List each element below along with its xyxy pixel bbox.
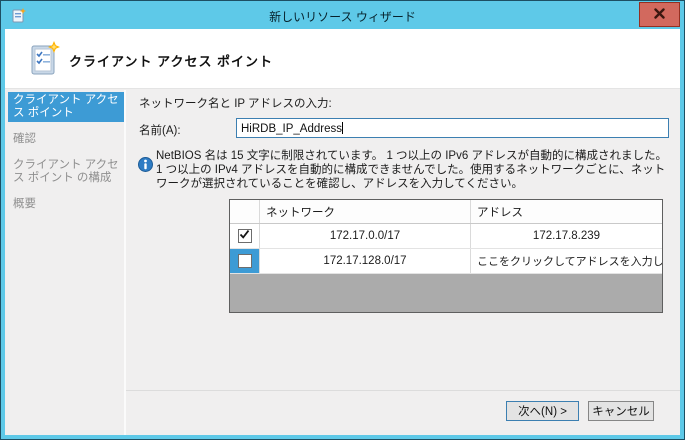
window-title: 新しいリソース ウィザード bbox=[269, 10, 416, 24]
networks-table: ネットワーク アドレス 172.17.0.0/17 172.17.8.239 1… bbox=[229, 199, 663, 313]
step-client-access-point: クライアント アクセス ポイント bbox=[8, 92, 124, 122]
checkmark-icon bbox=[239, 229, 250, 243]
network-1-checkbox-cell bbox=[230, 224, 260, 248]
instruction-text: ネットワーク名と IP アドレスの入力: bbox=[139, 98, 332, 110]
address-1-value[interactable]: 172.17.8.239 bbox=[471, 224, 662, 248]
close-button[interactable] bbox=[639, 2, 680, 27]
name-field-label: 名前(A): bbox=[139, 125, 181, 137]
wizard-body: クライアント アクセス ポイント クライアント アクセス ポイント 確認 クライ… bbox=[5, 29, 680, 435]
wizard-steps-sidebar: クライアント アクセス ポイント 確認 クライアント アクセス ポイント の構成… bbox=[5, 90, 126, 435]
client-access-point-icon bbox=[29, 41, 61, 82]
page-title: クライアント アクセス ポイント bbox=[69, 54, 274, 69]
address-2-placeholder[interactable]: ここをクリックしてアドレスを入力してくださ... bbox=[471, 249, 662, 273]
info-icon bbox=[138, 157, 153, 172]
title-bar[interactable]: 新しいリソース ウィザード bbox=[1, 1, 684, 29]
name-input-value: HiRDB_IP_Address bbox=[241, 123, 342, 135]
network-2-checkbox-unchecked[interactable] bbox=[237, 254, 252, 268]
header-checkbox-column bbox=[230, 200, 260, 223]
table-header-row: ネットワーク アドレス bbox=[230, 200, 662, 224]
netbios-info-text: NetBIOS 名は 15 文字に制限されています。 1 つ以上の IPv6 ア… bbox=[156, 150, 667, 190]
network-1-value[interactable]: 172.17.0.0/17 bbox=[260, 224, 471, 248]
table-row: 172.17.0.0/17 172.17.8.239 bbox=[230, 224, 662, 249]
step-configure-client-access-point: クライアント アクセス ポイント の構成 bbox=[13, 159, 119, 184]
new-resource-wizard-window: 新しいリソース ウィザード クライアント アクセス ポイント クライアント アク… bbox=[0, 0, 685, 440]
close-icon bbox=[654, 6, 665, 24]
footer-divider bbox=[126, 390, 680, 391]
table-row: 172.17.128.0/17 ここをクリックしてアドレスを入力してくださ... bbox=[230, 249, 662, 274]
page-header: クライアント アクセス ポイント bbox=[5, 29, 680, 89]
cancel-button[interactable]: キャンセル bbox=[588, 401, 654, 421]
network-2-checkbox-cell bbox=[230, 249, 260, 273]
step-confirmation: 確認 bbox=[13, 133, 36, 145]
network-1-checkbox-checked[interactable] bbox=[237, 229, 252, 243]
header-address-column: アドレス bbox=[477, 206, 523, 219]
next-button[interactable]: 次へ(N) > bbox=[506, 401, 579, 421]
header-network-column: ネットワーク bbox=[260, 200, 471, 223]
text-caret bbox=[341, 122, 343, 134]
network-2-value[interactable]: 172.17.128.0/17 bbox=[260, 249, 471, 273]
name-input[interactable]: HiRDB_IP_Address bbox=[236, 118, 669, 138]
step-summary: 概要 bbox=[13, 198, 36, 210]
